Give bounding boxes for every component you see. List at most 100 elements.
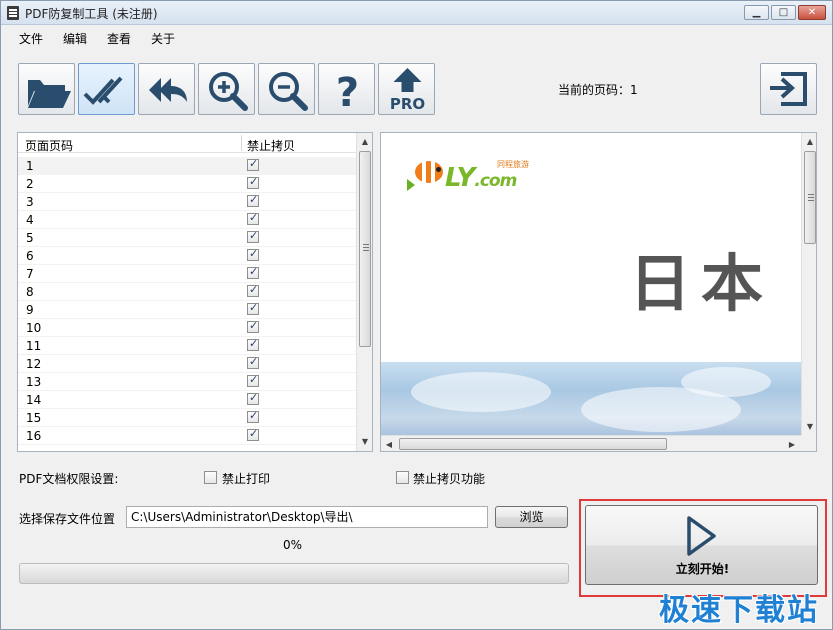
- sky-image: [381, 362, 801, 435]
- page-list-header: 页面页码 禁止拷贝: [18, 133, 356, 153]
- progress-bar: [19, 563, 569, 584]
- maximize-button[interactable]: □: [771, 5, 796, 20]
- zoom-in-icon: [209, 72, 248, 111]
- table-row[interactable]: 10: [18, 319, 356, 337]
- page-number: 13: [26, 375, 42, 389]
- table-row[interactable]: 8: [18, 283, 356, 301]
- page-number: 1: [26, 159, 34, 173]
- zoom-in-button[interactable]: [198, 63, 255, 115]
- nocopy-checkbox[interactable]: [247, 175, 259, 189]
- table-row[interactable]: 11: [18, 337, 356, 355]
- table-row[interactable]: 5: [18, 229, 356, 247]
- preview-hscroll-thumb[interactable]: [399, 438, 667, 450]
- double-arrow-left-icon: [149, 78, 187, 102]
- table-row[interactable]: 4: [18, 211, 356, 229]
- exit-button[interactable]: [760, 63, 817, 115]
- nocopy-checkbox[interactable]: [247, 319, 259, 333]
- page-number: 6: [26, 249, 34, 263]
- pro-upgrade-button[interactable]: PRO: [378, 63, 435, 115]
- permission-settings-label: PDF文档权限设置:: [19, 472, 119, 486]
- no-copy-label[interactable]: 禁止拷贝功能: [413, 470, 485, 487]
- table-row[interactable]: 13: [18, 373, 356, 391]
- select-all-button[interactable]: [78, 63, 135, 115]
- open-folder-button[interactable]: [18, 63, 75, 115]
- menu-edit[interactable]: 编辑: [61, 29, 89, 48]
- scroll-down-arrow-icon[interactable]: ▼: [357, 433, 372, 450]
- preview-vscroll-thumb[interactable]: [804, 151, 816, 244]
- page-number: 3: [26, 195, 34, 209]
- table-row[interactable]: 2: [18, 175, 356, 193]
- nocopy-checkbox[interactable]: [247, 229, 259, 243]
- minimize-button[interactable]: ▁: [744, 5, 769, 20]
- help-button[interactable]: ?: [318, 63, 375, 116]
- title-bar: PDF防复制工具 (未注册) ▁ □ ✕: [1, 1, 832, 25]
- menu-view[interactable]: 查看: [105, 29, 133, 48]
- logo-subtitle: 同程旅游: [497, 160, 529, 169]
- table-row[interactable]: 6: [18, 247, 356, 265]
- preview-scroll-up-icon[interactable]: ▲: [802, 133, 816, 150]
- page-list-scrollbar[interactable]: ▲ ▼: [356, 133, 372, 451]
- close-button[interactable]: ✕: [798, 5, 826, 20]
- save-location-label: 选择保存文件位置: [19, 512, 116, 526]
- table-row[interactable]: 14: [18, 391, 356, 409]
- table-row[interactable]: 3: [18, 193, 356, 211]
- preview-scroll-left-icon[interactable]: ◀: [381, 436, 397, 451]
- watermark: 极速下载站: [659, 593, 819, 628]
- no-copy-checkbox[interactable]: [396, 471, 409, 484]
- column-header-page[interactable]: 页面页码: [25, 137, 73, 154]
- nocopy-checkbox[interactable]: [247, 301, 259, 315]
- menu-bar: 文件 编辑 查看 关于: [1, 26, 832, 48]
- table-row[interactable]: 16: [18, 427, 356, 445]
- pdf-preview[interactable]: LY.com 同程旅游 日本 ▲ ▼ ◀ ▶: [380, 132, 817, 452]
- scroll-thumb[interactable]: [359, 151, 371, 347]
- preview-headline: 日本: [629, 247, 774, 320]
- table-row[interactable]: 12: [18, 355, 356, 373]
- page-number: 14: [26, 393, 42, 407]
- app-icon: [7, 6, 19, 20]
- preview-page: LY.com 同程旅游 日本: [381, 133, 801, 435]
- table-row[interactable]: 7: [18, 265, 356, 283]
- no-print-label[interactable]: 禁止打印: [222, 470, 270, 487]
- nocopy-checkbox[interactable]: [247, 409, 259, 423]
- page-list[interactable]: 页面页码 禁止拷贝 12345678910111213141516 ▲ ▼: [17, 132, 373, 452]
- nocopy-checkbox[interactable]: [247, 373, 259, 387]
- table-row[interactable]: 9: [18, 301, 356, 319]
- scroll-up-arrow-icon[interactable]: ▲: [357, 133, 372, 150]
- preview-scroll-down-icon[interactable]: ▼: [802, 418, 816, 435]
- nocopy-checkbox[interactable]: [247, 427, 259, 441]
- column-header-nocopy[interactable]: 禁止拷贝: [247, 137, 295, 154]
- nocopy-checkbox[interactable]: [247, 283, 259, 297]
- browse-button[interactable]: 浏览: [495, 506, 568, 528]
- page-number: 2: [26, 177, 34, 191]
- start-button[interactable]: 立刻开始!: [585, 505, 818, 585]
- nocopy-checkbox[interactable]: [247, 391, 259, 405]
- exit-icon: [770, 72, 807, 106]
- folder-open-icon: [28, 80, 71, 108]
- nocopy-checkbox[interactable]: [247, 193, 259, 207]
- page-number: 16: [26, 429, 42, 443]
- zoom-out-button[interactable]: [258, 63, 315, 115]
- nocopy-checkbox[interactable]: [247, 265, 259, 279]
- table-row[interactable]: 15: [18, 409, 356, 427]
- preview-scroll-right-icon[interactable]: ▶: [784, 436, 800, 451]
- nocopy-checkbox[interactable]: [247, 157, 259, 171]
- nocopy-checkbox[interactable]: [247, 337, 259, 351]
- preview-hscrollbar[interactable]: ◀ ▶: [381, 435, 801, 451]
- page-list-rows: 12345678910111213141516: [18, 157, 356, 445]
- app-window: PDF防复制工具 (未注册) ▁ □ ✕ 文件 编辑 查看 关于 ? PRO 当…: [0, 0, 833, 630]
- table-row[interactable]: 1: [18, 157, 356, 175]
- page-number: 9: [26, 303, 34, 317]
- nocopy-checkbox[interactable]: [247, 247, 259, 261]
- pro-label: PRO: [389, 95, 426, 113]
- header-divider: [241, 135, 242, 151]
- preview-vscrollbar[interactable]: ▲ ▼: [801, 133, 816, 435]
- no-print-checkbox[interactable]: [204, 471, 217, 484]
- menu-file[interactable]: 文件: [17, 29, 45, 48]
- undo-all-button[interactable]: [138, 63, 195, 115]
- nocopy-checkbox[interactable]: [247, 211, 259, 225]
- menu-about[interactable]: 关于: [149, 29, 177, 48]
- double-check-icon: [83, 76, 123, 105]
- nocopy-checkbox[interactable]: [247, 355, 259, 369]
- page-number: 15: [26, 411, 42, 425]
- save-path-input[interactable]: C:\Users\Administrator\Desktop\导出\: [126, 506, 488, 528]
